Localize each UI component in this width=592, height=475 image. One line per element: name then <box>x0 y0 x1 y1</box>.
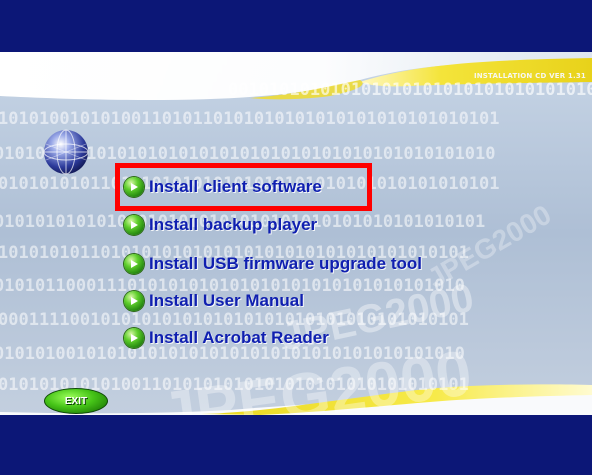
install-usb-firmware-upgrade-tool-option[interactable]: Install USB firmware upgrade tool <box>124 254 422 274</box>
bottom-banner <box>0 415 592 475</box>
selection-highlight-box <box>115 163 372 211</box>
install-acrobat-reader-option[interactable]: Install Acrobat Reader <box>124 328 329 348</box>
exit-button[interactable]: EXIT <box>44 388 108 414</box>
green-play-bullet-icon <box>124 215 144 235</box>
green-play-bullet-icon <box>124 328 144 348</box>
install-backup-player-option[interactable]: Install backup player <box>124 215 317 235</box>
watermark-text-small: JPEG2000 <box>422 199 556 294</box>
install-user-manual-option[interactable]: Install User Manual <box>124 291 304 311</box>
exit-button-label: EXIT <box>64 395 88 407</box>
version-label: INSTALLATION CD VER 1.31 <box>473 72 586 80</box>
green-play-bullet-icon <box>124 291 144 311</box>
menu-item-label: Install USB firmware upgrade tool <box>149 254 422 273</box>
menu-item-label: Install Acrobat Reader <box>149 328 329 347</box>
green-play-bullet-icon <box>124 254 144 274</box>
menu-item-label: Install User Manual <box>149 291 304 310</box>
globe-icon <box>43 129 89 175</box>
installer-screen: 0010101010101010101010101010101010101011… <box>0 0 592 475</box>
menu-item-label: Install backup player <box>149 215 318 234</box>
